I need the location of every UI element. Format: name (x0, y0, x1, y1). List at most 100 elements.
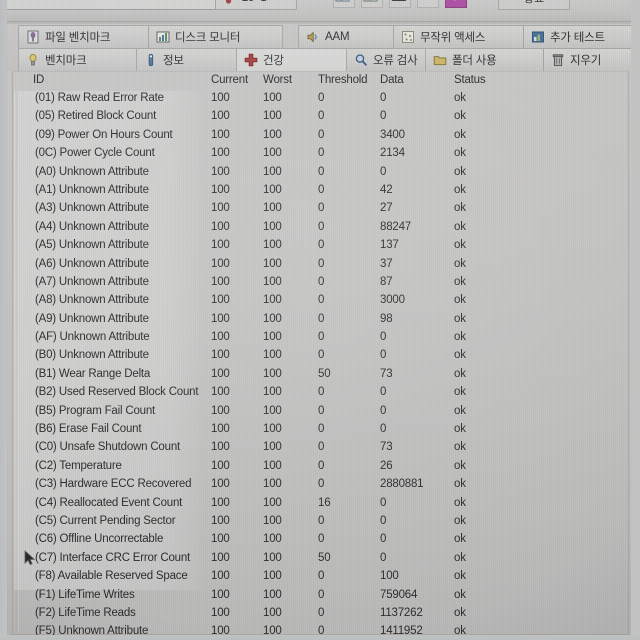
cell-threshold: 0 (318, 386, 325, 399)
copy-icon[interactable] (333, 0, 355, 8)
tab-2[interactable]: 정보 (136, 48, 238, 71)
table-row[interactable]: (0C) Power Cycle Count 100 100 0 2134 ok (13, 146, 626, 164)
cell-threshold: 0 (318, 533, 325, 546)
download-arrow-icon[interactable] (445, 0, 467, 8)
tab-label: 오류 검사 (373, 55, 418, 67)
cell-worst: 100 (263, 239, 282, 252)
table-row[interactable]: (C7) Interface CRC Error Count 100 100 50 0 o… (13, 551, 626, 569)
table-row[interactable]: (A7) Unknown Attribute 100 100 0 87 ok (13, 275, 626, 293)
cell-worst: 100 (263, 386, 282, 399)
table-row[interactable]: (B1) Wear Range Delta 100 100 50 73 ok (13, 367, 626, 385)
table-row[interactable]: (AF) Unknown Attribute 100 100 0 0 ok (13, 330, 626, 348)
table-row[interactable]: (A6) Unknown Attribute 100 100 0 37 ok (13, 257, 626, 275)
table-row[interactable]: (F2) LifeTime Reads 100 100 0 1137262 ok (13, 606, 626, 624)
cell-id: (05) Retired Block Count (35, 110, 157, 123)
table-row[interactable]: (A1) Unknown Attribute 100 100 0 42 ok (13, 183, 626, 201)
cell-data: 0 (380, 165, 387, 178)
table-row[interactable]: (B0) Unknown Attribute 100 100 0 0 ok (13, 348, 626, 366)
cell-threshold: 50 (318, 367, 331, 380)
tab-2[interactable]: 디스크 모니터 (148, 25, 283, 48)
tab-5[interactable]: 추가 테스트 (523, 25, 638, 48)
column-header-current[interactable]: Current (211, 74, 248, 86)
cell-worst: 100 (263, 257, 282, 270)
table-row[interactable]: (B2) Used Reserved Block Count 100 100 0 0 ok (13, 385, 626, 403)
table-row[interactable]: (05) Retired Block Count 100 100 0 0 ok (13, 109, 626, 127)
exit-button-label: 종료 (524, 0, 544, 6)
table-row[interactable]: (A5) Unknown Attribute 100 100 0 137 ok (13, 238, 626, 256)
health-cross-icon (244, 53, 258, 67)
cell-data: 26 (380, 459, 393, 472)
tab-4[interactable]: 무작위 액세스 (393, 25, 525, 48)
export-icon[interactable] (361, 0, 383, 8)
table-header: ID Current Worst Threshold Data Status (13, 72, 626, 91)
drive-select-combo[interactable]: SAMSUNG SSD (512 GB) (0, 0, 246, 10)
cell-worst: 100 (263, 110, 282, 123)
table-row[interactable]: (B6) Erase Fail Count 100 100 0 0 ok (13, 422, 626, 440)
cell-data: 42 (380, 183, 393, 196)
table-row[interactable]: (A0) Unknown Attribute 100 100 0 0 ok (13, 165, 626, 183)
table-row[interactable]: (F1) LifeTime Writes 100 100 0 759064 ok (13, 588, 626, 606)
cell-data: 2134 (380, 147, 405, 160)
column-header-threshold[interactable]: Threshold (318, 74, 368, 86)
exit-button[interactable]: 종료 (498, 0, 570, 10)
table-row[interactable]: (C2) Temperature 100 100 0 26 ok (13, 459, 626, 477)
cell-current: 100 (211, 404, 230, 417)
tab-3[interactable]: AAM (298, 25, 395, 48)
cell-current: 100 (211, 588, 230, 601)
column-header-data[interactable]: Data (380, 74, 404, 86)
cell-current: 100 (211, 533, 230, 546)
cell-worst: 100 (263, 441, 282, 454)
table-row[interactable]: (C4) Reallocated Event Count 100 100 16 0 ok (13, 496, 626, 514)
table-row[interactable]: (A8) Unknown Attribute 100 100 0 3000 ok (13, 293, 626, 311)
cell-worst: 100 (263, 165, 282, 178)
table-row[interactable]: (B5) Program Fail Count 100 100 0 0 ok (13, 404, 626, 422)
cell-status: ok (454, 570, 466, 583)
column-header-id[interactable]: ID (33, 74, 44, 86)
cell-data: 100 (380, 570, 399, 583)
cell-status: ok (454, 459, 466, 472)
tab-1[interactable]: 파일 벤치마크 (18, 25, 150, 48)
table-row[interactable]: (01) Raw Read Error Rate 100 100 0 0 ok (13, 91, 626, 109)
cell-data: 0 (380, 349, 387, 362)
tab-1[interactable]: 벤치마크 (18, 48, 138, 71)
cell-data: 2880881 (380, 478, 424, 491)
cell-current: 100 (211, 275, 230, 288)
table-row[interactable]: (F8) Available Reserved Space 100 100 0 100 o… (13, 569, 626, 587)
cell-worst: 100 (263, 459, 282, 472)
screenshot-camera-icon[interactable] (389, 0, 411, 8)
cell-current: 100 (211, 349, 230, 362)
column-header-status[interactable]: Status (454, 74, 486, 86)
cell-threshold: 0 (318, 514, 325, 527)
table-row[interactable]: (A9) Unknown Attribute 100 100 0 98 ok (13, 312, 626, 330)
cell-status: ok (454, 423, 466, 436)
table-row[interactable]: (A3) Unknown Attribute 100 100 0 27 ok (13, 201, 626, 219)
tab-label: AAM (325, 31, 350, 43)
cell-id: (B5) Program Fail Count (35, 404, 156, 417)
cell-status: ok (454, 239, 466, 252)
tab-label: 정보 (163, 55, 184, 67)
cell-id: (C2) Temperature (35, 459, 122, 472)
cell-id: (C4) Reallocated Event Count (35, 496, 183, 509)
cell-threshold: 0 (318, 147, 325, 160)
cell-data: 0 (380, 92, 387, 104)
tab-5[interactable]: 폴더 사용 (425, 48, 545, 71)
cell-data: 0 (380, 404, 387, 417)
table-row[interactable]: (09) Power On Hours Count 100 100 0 3400 ok (13, 128, 626, 146)
table-row[interactable]: (C5) Current Pending Sector 100 100 0 0 ok (13, 514, 626, 532)
tab-label: 지우기 (570, 55, 602, 67)
table-row[interactable]: (A4) Unknown Attribute 100 100 0 88247 ok (13, 220, 626, 238)
settings-gear-icon[interactable] (417, 0, 439, 8)
table-row[interactable]: (C6) Offline Uncorrectable 100 100 0 0 ok (13, 532, 626, 550)
cell-current: 100 (211, 312, 230, 325)
tab-6[interactable]: 지우기 (543, 48, 639, 71)
column-header-worst[interactable]: Worst (263, 74, 292, 86)
cell-data: 0 (380, 496, 387, 509)
cell-worst: 100 (263, 404, 282, 417)
file-benchmark-icon (26, 30, 40, 44)
table-row[interactable]: (C0) Unsafe Shutdown Count 100 100 0 73 ok (13, 440, 626, 458)
table-row[interactable]: (C3) Hardware ECC Recovered 100 100 0 288088… (13, 477, 626, 495)
cell-id: (C3) Hardware ECC Recovered (35, 478, 192, 491)
cell-threshold: 0 (318, 165, 325, 178)
tab-3[interactable]: 건강 (236, 48, 348, 71)
cell-status: ok (454, 478, 466, 491)
